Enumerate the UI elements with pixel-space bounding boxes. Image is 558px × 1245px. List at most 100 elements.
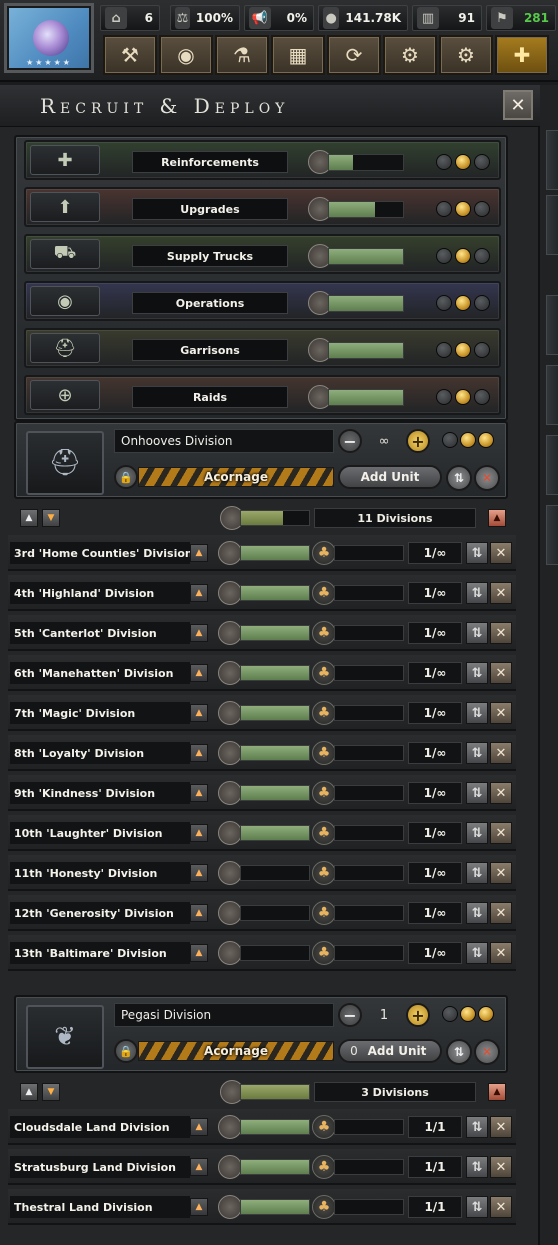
priority-dots[interactable] [436, 389, 490, 405]
delete-icon[interactable]: ✕ [490, 702, 512, 724]
reorder-icon[interactable]: ⇅ [446, 465, 472, 491]
division-row[interactable]: 11th 'Honesty' Division ▲ ♣ 1/∞ ⇅ ✕ [8, 855, 516, 891]
civilian-factory-resource[interactable]: ▥ 91 [412, 5, 482, 31]
decrease-count-button[interactable]: − [338, 1003, 362, 1027]
division-row[interactable]: 9th 'Kindness' Division ▲ ♣ 1/∞ ⇅ ✕ [8, 775, 516, 811]
increase-count-button[interactable]: + [406, 429, 430, 453]
research-button[interactable]: ⚗ [215, 35, 269, 75]
reorder-icon[interactable]: ⇅ [446, 1039, 472, 1065]
side-tab[interactable] [546, 435, 558, 495]
category-row-raids[interactable]: ⊕ Raids [24, 375, 501, 415]
side-tab[interactable] [546, 295, 558, 355]
political-power-resource[interactable]: ⚑ 281 [486, 5, 556, 31]
priority-dot[interactable] [474, 154, 490, 170]
division-row[interactable]: 12th 'Generosity' Division ▲ ♣ 1/∞ ⇅ ✕ [8, 895, 516, 931]
collapse-button[interactable]: ▲ [488, 509, 506, 527]
reorder-icon[interactable]: ⇅ [466, 822, 488, 844]
division-row[interactable]: 8th 'Loyalty' Division ▲ ♣ 1/∞ ⇅ ✕ [8, 735, 516, 771]
lock-icon[interactable]: 🔒 [114, 465, 138, 489]
delete-icon[interactable]: ✕ [490, 622, 512, 644]
priority-dot[interactable] [460, 1006, 476, 1022]
equipment-selector[interactable]: Acornage [138, 467, 334, 487]
deploy-button[interactable]: ✚ [495, 35, 549, 75]
upgrade-arrow-icon[interactable]: ▲ [190, 584, 208, 602]
division-row[interactable]: Cloudsdale Land Division ▲ ♣ 1/1 ⇅ ✕ [8, 1109, 516, 1145]
priority-dot[interactable] [474, 295, 490, 311]
upgrade-arrow-icon[interactable]: ▲ [190, 544, 208, 562]
division-row[interactable]: Stratusburg Land Division ▲ ♣ 1/1 ⇅ ✕ [8, 1149, 516, 1185]
stability-scales-resource[interactable]: ⚖ 100% [170, 5, 240, 31]
delete-icon[interactable]: ✕ [490, 742, 512, 764]
upgrade-arrow-icon[interactable]: ▲ [190, 904, 208, 922]
priority-dot[interactable] [442, 432, 458, 448]
delete-icon[interactable]: ✕ [490, 582, 512, 604]
delete-icon[interactable]: ✕ [490, 822, 512, 844]
upgrade-arrow-icon[interactable]: ▲ [190, 824, 208, 842]
side-tab[interactable] [546, 130, 558, 190]
priority-dots[interactable] [436, 295, 490, 311]
priority-dot[interactable] [436, 154, 452, 170]
close-button[interactable] [503, 90, 533, 120]
delete-icon[interactable]: ✕ [490, 782, 512, 804]
priority-dot[interactable] [455, 342, 471, 358]
reorder-icon[interactable]: ⇅ [466, 662, 488, 684]
increase-count-button[interactable]: + [406, 1003, 430, 1027]
priority-dot[interactable] [436, 342, 452, 358]
priority-dot[interactable] [436, 295, 452, 311]
decisions-hammer-button[interactable]: ⚒ [103, 35, 157, 75]
priority-dots[interactable] [436, 342, 490, 358]
category-row-supply-trucks[interactable]: ⛟ Supply Trucks [24, 234, 501, 274]
priority-dot[interactable] [455, 248, 471, 264]
upgrade-arrow-icon[interactable]: ▲ [190, 864, 208, 882]
move-up-button[interactable]: ▲ [20, 509, 38, 527]
decrease-count-button[interactable]: − [338, 429, 362, 453]
delete-icon[interactable]: ✕ [490, 902, 512, 924]
intelligence-eye-button[interactable]: ◉ [159, 35, 213, 75]
division-row[interactable]: 3rd 'Home Counties' Division ▲ ♣ 1/∞ ⇅ ✕ [8, 535, 516, 571]
trade-button[interactable]: ⟳ [327, 35, 381, 75]
war-support-megaphone-resource[interactable]: 📢 0% [244, 5, 314, 31]
category-row-reinforcements[interactable]: ✚ Reinforcements [24, 140, 501, 180]
priority-dot[interactable] [455, 201, 471, 217]
priority-dot[interactable] [436, 389, 452, 405]
reorder-icon[interactable]: ⇅ [466, 782, 488, 804]
reorder-icon[interactable]: ⇅ [466, 582, 488, 604]
priority-dots[interactable] [442, 432, 494, 448]
upgrade-arrow-icon[interactable]: ▲ [190, 1158, 208, 1176]
delete-template-icon[interactable]: ✕ [474, 465, 500, 491]
priority-dots[interactable] [436, 248, 490, 264]
move-up-button[interactable]: ▲ [20, 1083, 38, 1101]
division-row[interactable]: 10th 'Laughter' Division ▲ ♣ 1/∞ ⇅ ✕ [8, 815, 516, 851]
upgrade-arrow-icon[interactable]: ▲ [190, 1198, 208, 1216]
production-button[interactable]: ▦ [271, 35, 325, 75]
infantry-helmet-icon[interactable]: ⛑ [26, 431, 104, 495]
delete-icon[interactable]: ✕ [490, 1156, 512, 1178]
reorder-icon[interactable]: ⇅ [466, 942, 488, 964]
priority-dots[interactable] [442, 1006, 494, 1022]
delete-template-icon[interactable]: ✕ [474, 1039, 500, 1065]
category-row-upgrades[interactable]: ⬆ Upgrades [24, 187, 501, 227]
priority-dot[interactable] [455, 295, 471, 311]
reorder-icon[interactable]: ⇅ [466, 542, 488, 564]
add-unit-button[interactable]: Add Unit [338, 465, 442, 489]
reorder-icon[interactable]: ⇅ [466, 1196, 488, 1218]
upgrade-arrow-icon[interactable]: ▲ [190, 784, 208, 802]
priority-dot[interactable] [436, 248, 452, 264]
side-tab[interactable] [546, 365, 558, 425]
category-row-operations[interactable]: ◉ Operations [24, 281, 501, 321]
reorder-icon[interactable]: ⇅ [466, 1156, 488, 1178]
side-tab[interactable] [546, 505, 558, 565]
side-tab[interactable] [546, 195, 558, 255]
priority-dot[interactable] [436, 201, 452, 217]
upgrade-arrow-icon[interactable]: ▲ [190, 624, 208, 642]
factory-resource[interactable]: ⌂ 6 [100, 5, 160, 31]
construction-button[interactable]: ⚙ [383, 35, 437, 75]
priority-dot[interactable] [474, 342, 490, 358]
delete-icon[interactable]: ✕ [490, 942, 512, 964]
priority-dot[interactable] [455, 389, 471, 405]
move-down-button[interactable]: ▼ [42, 509, 60, 527]
delete-icon[interactable]: ✕ [490, 662, 512, 684]
division-row[interactable]: Thestral Land Division ▲ ♣ 1/1 ⇅ ✕ [8, 1189, 516, 1225]
upgrade-arrow-icon[interactable]: ▲ [190, 704, 208, 722]
upgrade-arrow-icon[interactable]: ▲ [190, 1118, 208, 1136]
